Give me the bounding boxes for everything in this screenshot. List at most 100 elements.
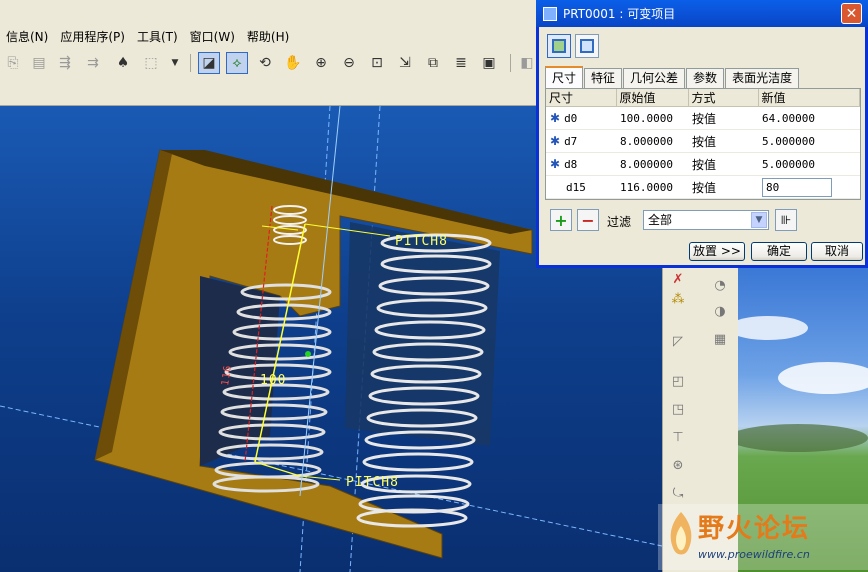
revolve-icon[interactable]: ⊛ [667,454,689,476]
table-row[interactable]: ✱ d8 8.000000 按值 5.000000 [546,152,860,176]
single-mode-button[interactable] [547,34,571,58]
menu-info[interactable]: 信息(N) [0,26,54,48]
copy-icon[interactable]: ⎘ [2,52,24,74]
cancel-button[interactable]: 取消 [811,242,863,261]
chamfer-icon[interactable]: ◳ [667,398,689,420]
reorient-icon[interactable]: ⇲ [394,52,416,74]
mode-value[interactable]: 按值 [688,152,758,176]
forum-watermark: 野火论坛 www.proewildfire.cn [658,504,868,570]
dimension-table: 尺寸 原始值 方式 新值 ✱ d0 100.0000 按值 64.00000 ✱ d… [545,88,861,200]
selection-box-icon[interactable]: ⬚ [140,52,162,74]
toolbar-separator [190,54,191,72]
variable-items-dialog: PRT0001 : 可变项目 ✕ 尺寸 特征 几何公差 参数 表面光洁度 尺寸 … [536,0,868,268]
mode-value[interactable]: 按值 [688,129,758,153]
title-strip [0,0,540,26]
chevron-down-icon[interactable]: ▼ [164,52,186,74]
dialog-title: PRT0001 : 可变项目 [563,7,676,21]
zoom-fit-icon[interactable]: ⊡ [366,52,388,74]
main-toolbar: ⎘ ▤ ⇶ ⇉ ♠ ⬚ ▼ ◪ ⟡ ⟲ ✋ ⊕ ⊖ ⊡ ⇲ ⧉ ≣ ▣ ◧ [0,48,540,106]
pitch-annotation-top: PITCH8 [395,234,448,249]
table-row[interactable]: ✱ d7 8.000000 按值 5.000000 [546,129,860,153]
dialog-title-bar[interactable]: PRT0001 : 可变项目 ✕ [536,0,868,27]
column-header-new-value[interactable]: 新值 [758,89,860,107]
tab-gtol[interactable]: 几何公差 [623,68,686,88]
zoom-in-icon[interactable]: ⊕ [310,52,332,74]
remove-item-button[interactable]: − [577,209,599,231]
menu-tools[interactable]: 工具(T) [131,26,184,48]
paste-icon[interactable]: ▤ [28,52,50,74]
original-value: 8.000000 [616,152,688,176]
forum-logo-icon [670,512,692,555]
saved-views-icon[interactable]: ⧉ [422,52,444,74]
column-header-original[interactable]: 原始值 [616,89,689,107]
table-header: 尺寸 原始值 方式 新值 [546,89,860,107]
dimension-name: d15 [566,180,586,194]
multi-mode-button[interactable] [575,34,599,58]
tab-parameters[interactable]: 参数 [686,68,725,88]
dimension-name: d8 [564,158,578,171]
watermark-url: www.proewildfire.cn [698,548,810,561]
add-item-button[interactable]: + [550,209,572,231]
rib-icon[interactable]: ▦ [709,328,731,350]
ok-button[interactable]: 确定 [751,242,807,261]
chevron-down-icon[interactable]: ▼ [751,212,767,228]
spin-center-icon[interactable]: ⟲ [254,52,276,74]
new-value[interactable]: 5.000000 [758,152,860,176]
menu-applications[interactable]: 应用程序(P) [54,26,131,48]
sweep-icon[interactable]: ⤿ [667,482,689,504]
menu-bar: 信息(N) 应用程序(P) 工具(T) 窗口(W) 帮助(H) [0,26,540,48]
star-icon: ✱ [550,134,561,148]
model-display-icon[interactable]: ▣ [478,52,500,74]
datum-coordinate-icon[interactable]: ⁂ [667,288,689,310]
tab-features[interactable]: 特征 [584,68,623,88]
mode-value[interactable]: 按值 [688,175,758,199]
datum-plane-icon[interactable]: ◧ [516,52,538,74]
filter-options-button[interactable]: ⊪ [775,209,797,231]
close-button[interactable]: ✕ [841,3,862,24]
dimension-name: d7 [564,135,578,148]
new-value-input[interactable]: 80 [762,177,832,197]
menu-window[interactable]: 窗口(W) [184,26,241,48]
multi-part-icon [580,39,594,53]
column-header-dimension[interactable]: 尺寸 [546,89,617,107]
new-value[interactable]: 64.00000 [758,106,860,130]
layers-icon[interactable]: ≣ [450,52,472,74]
table-row[interactable]: d15 116.0000 按值 80 [546,175,860,199]
filter-label: 过滤 [607,215,632,229]
place-button[interactable]: 放置 >> [689,242,745,261]
table-row[interactable]: ✱ d0 100.0000 按值 64.00000 [546,106,860,130]
pitch-annotation-bottom: PITCH8 [346,475,399,490]
sketch-constraint-icon[interactable]: ✗ [667,268,689,290]
sketch-view-icon[interactable]: ◪ [198,52,220,74]
column-header-mode[interactable]: 方式 [688,89,759,107]
pattern-icon[interactable]: ⇉ [82,52,104,74]
menu-help[interactable]: 帮助(H) [241,26,295,48]
height-dimension[interactable]: 100 [260,373,286,388]
mode-value[interactable]: 按值 [688,106,758,130]
tab-dimensions[interactable]: 尺寸 [545,66,584,89]
new-value[interactable]: 5.000000 [758,129,860,153]
dimension-name: d0 [564,112,578,125]
shell-icon[interactable]: ◑ [709,300,731,322]
datum-point [305,351,311,357]
datum-point-icon[interactable]: ⟡ [226,52,248,74]
single-part-icon [552,39,566,53]
tab-surface-finish[interactable]: 表面光洁度 [725,68,800,88]
original-value: 100.0000 [616,106,688,130]
star-icon: ✱ [550,157,561,171]
star-icon: ✱ [550,111,561,125]
binoculars-icon[interactable]: ♠ [112,52,134,74]
original-value: 8.000000 [616,129,688,153]
draft-icon[interactable]: ◸ [667,330,689,352]
dialog-app-icon [543,6,557,21]
original-value: 116.0000 [616,175,688,199]
dialog-tabs: 尺寸 特征 几何公差 参数 表面光洁度 [545,66,800,89]
mirror-copy-icon[interactable]: ⇶ [54,52,76,74]
zoom-out-icon[interactable]: ⊖ [338,52,360,74]
pan-hand-icon[interactable]: ✋ [282,52,304,74]
filter-options-icon: ⊪ [780,213,792,227]
filter-select[interactable]: 全部 ▼ [643,210,769,230]
extrude-icon[interactable]: ⊤ [667,426,689,448]
hole-icon[interactable]: ◔ [709,274,731,296]
round-icon[interactable]: ◰ [667,370,689,392]
